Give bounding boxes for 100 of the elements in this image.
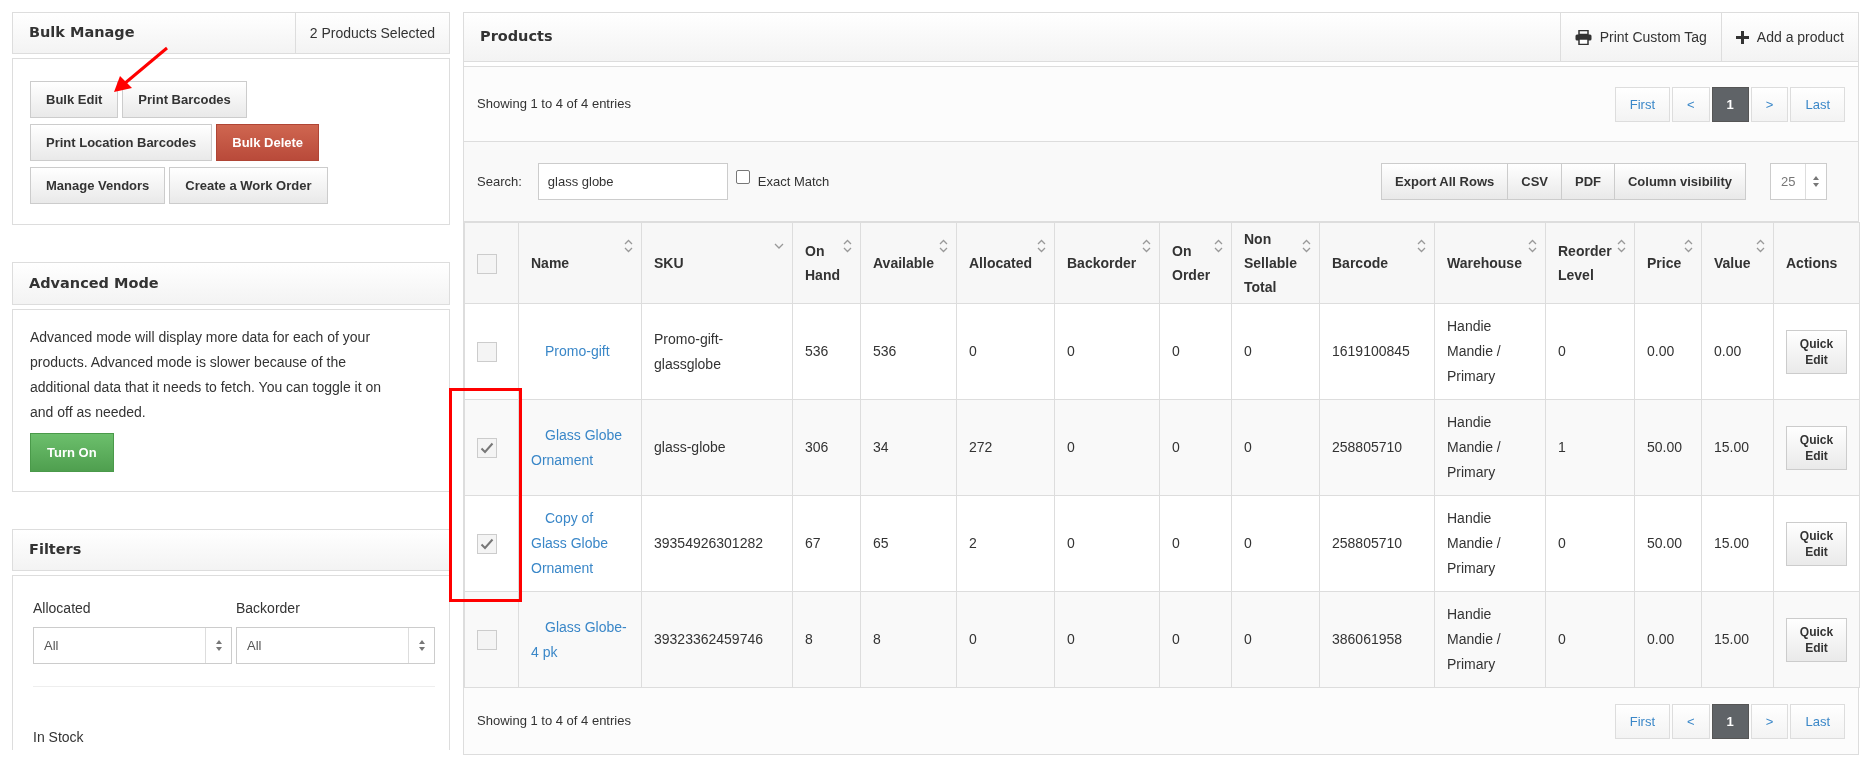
annotation-arrow [112,46,170,94]
column-header[interactable]: On Order [1159,222,1232,304]
table-cell: Handie Mandie / Primary [1447,510,1501,576]
filter-label: In Stock [33,728,85,748]
description-text: Advanced mode will display more data for each of your products. Advanced mode is slower because of the additional data that it needs to fetch. You can toggle it on and off as needed. [30,327,383,422]
page-length-select[interactable]: 25 [1770,163,1827,200]
action-button[interactable]: Manage Vendors [30,167,166,205]
selected-count: 2 Products Selected [294,13,449,54]
column-header[interactable]: Allocated [956,222,1055,304]
table-cell: 0 [1172,631,1180,647]
column-header[interactable]: On Hand [792,222,861,304]
table-cell: Handie Mandie / Primary [1447,318,1501,384]
table-cell: 0 [1558,535,1566,551]
table-cell: 0 [969,631,977,647]
spinner-icon [417,639,426,653]
column-header[interactable]: Actions [1773,222,1860,304]
export-button[interactable]: Column visibility [1614,163,1746,200]
table-cell: 39354926301282 [654,535,763,551]
select-all-checkbox[interactable] [477,254,497,275]
table-cell: 0 [1558,343,1566,359]
export-button[interactable]: Export All Rows [1381,163,1509,200]
table-cell: 8 [805,631,813,647]
pagination-button[interactable]: < [1672,703,1710,739]
table-cell: glass-globe [654,439,726,455]
action-button[interactable]: Bulk Delete [216,124,320,162]
table-cell: 0 [969,343,977,359]
entries-info: Showing 1 to 4 of 4 entries [477,712,631,731]
entries-info: Showing 1 to 4 of 4 entries [477,95,631,114]
row-checkbox[interactable] [477,630,497,651]
column-header[interactable]: Value [1701,222,1774,304]
table-cell: 15.00 [1714,535,1750,551]
product-name-link[interactable]: Promo-gift [531,339,610,364]
table-cell: 0 [1067,631,1075,647]
pagination-button[interactable]: 1 [1711,703,1749,739]
exact-match-checkbox[interactable] [735,169,750,184]
action-button[interactable]: Print Location Barcodes [30,124,213,162]
table-cell: 0 [1067,343,1075,359]
panel-title: Advanced Mode [28,273,160,293]
table-cell: 0 [1244,343,1252,359]
row-checkbox[interactable] [477,534,497,555]
column-header[interactable]: SKU [641,222,793,304]
table-cell: 1619100845 [1332,343,1410,359]
export-button[interactable]: PDF [1561,163,1615,200]
action-button[interactable]: Create a Work Order [169,167,328,205]
table-cell: 306 [805,439,829,455]
header-action-button[interactable]: Add a product [1720,13,1858,61]
panel-title: Products [479,27,554,47]
table-cell: 536 [873,343,897,359]
table-cell: 272 [969,439,993,455]
action-button[interactable]: Bulk Edit [30,81,119,119]
panel-title: Bulk Manage [28,23,136,43]
column-header[interactable]: Barcode [1319,222,1435,304]
table-cell: 34 [873,439,889,455]
column-header[interactable]: Available [860,222,957,304]
pagination-button[interactable]: First [1614,703,1670,739]
pagination-button[interactable]: 1 [1711,86,1749,122]
filter-label: Backorder [236,599,301,619]
table-cell: 67 [805,535,821,551]
table-cell: 15.00 [1714,631,1750,647]
column-header[interactable]: Name [518,222,642,304]
column-header[interactable]: Warehouse [1434,222,1546,304]
header-action-button[interactable]: Print Custom Tag [1559,13,1721,61]
pagination-button[interactable]: Last [1790,86,1845,122]
printer-icon [1574,29,1592,45]
table-cell: Handie Mandie / Primary [1447,414,1501,480]
pagination-button[interactable]: First [1614,86,1670,122]
filter-select[interactable]: All [33,627,232,665]
table-cell: 258805710 [1332,439,1403,455]
column-header[interactable]: Backorder [1054,222,1160,304]
table-cell: 65 [873,535,889,551]
pagination-button[interactable]: > [1750,86,1789,122]
table-cell: 0 [1244,535,1252,551]
table-cell: 8 [873,631,881,647]
filter-select[interactable]: All [236,627,435,665]
table-cell: Promo-gift-glassglobe [654,330,724,372]
table-cell: 0 [1067,535,1075,551]
table-cell: 0.00 [1714,343,1742,359]
search-field[interactable]: glass globe [537,163,728,200]
column-header[interactable]: Reorder Level [1545,222,1635,304]
table-cell: 0 [1244,439,1252,455]
plus-icon [1735,30,1749,44]
row-checkbox[interactable] [477,438,497,459]
column-header[interactable]: Price [1634,222,1702,304]
quick-edit-button[interactable]: Quick Edit [1786,617,1847,662]
quick-edit-button[interactable]: Quick Edit [1786,521,1847,566]
column-header[interactable]: Non Sellable Total [1231,222,1320,304]
row-checkbox[interactable] [477,342,497,363]
action-button[interactable]: Print Barcodes [122,81,247,119]
table-cell: Handie Mandie / Primary [1447,606,1501,672]
pagination-button[interactable]: Last [1790,703,1845,739]
quick-edit-button[interactable]: Quick Edit [1786,329,1847,374]
table-cell: 50.00 [1647,439,1683,455]
table-cell: 50.00 [1647,535,1683,551]
table-cell: 15.00 [1714,439,1750,455]
pagination-button[interactable]: > [1750,703,1789,739]
spinner-icon [214,639,223,653]
spinner-icon [1812,175,1821,188]
quick-edit-button[interactable]: Quick Edit [1786,425,1847,470]
export-button[interactable]: CSV [1507,163,1562,200]
pagination-button[interactable]: < [1672,86,1710,122]
